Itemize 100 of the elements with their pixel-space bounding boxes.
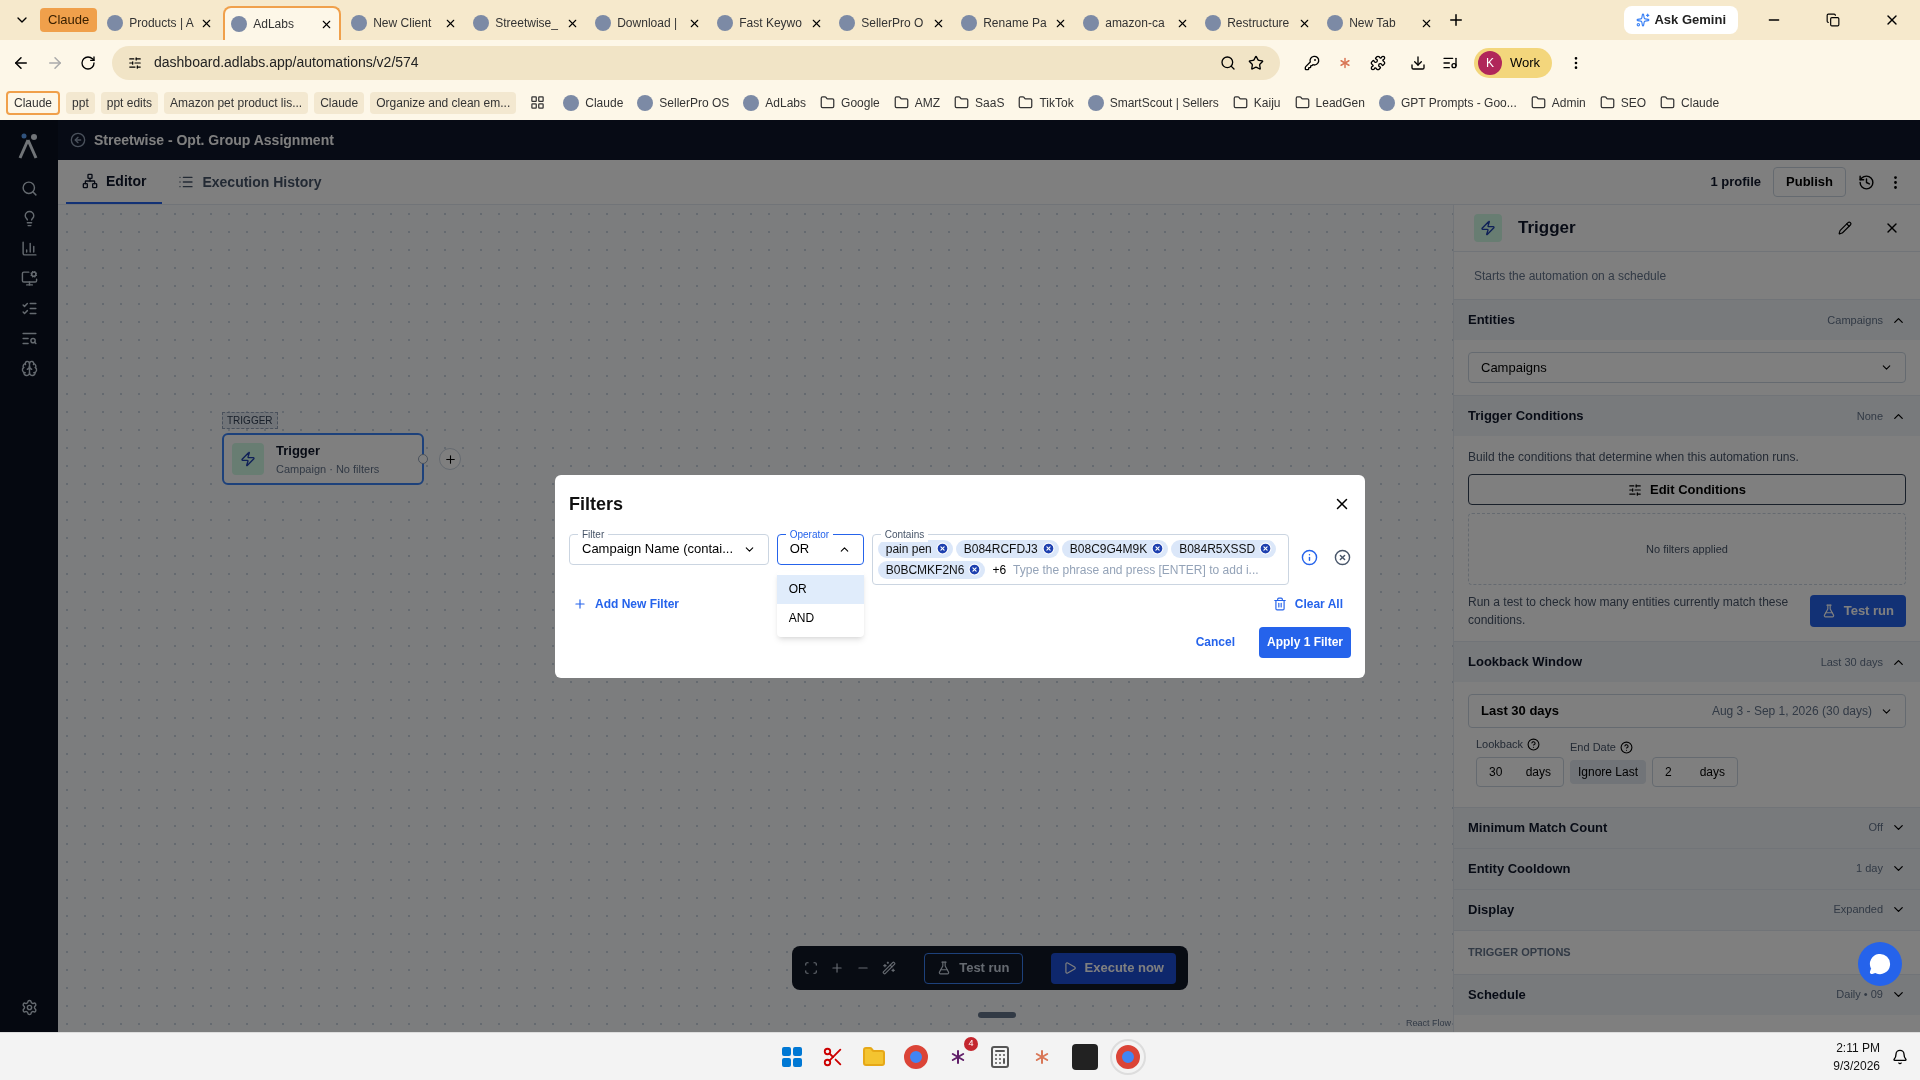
address-bar[interactable]: dashboard.adlabs.app/automations/v2/574 bbox=[112, 45, 1280, 80]
lookback-input[interactable]: 30 days bbox=[1476, 756, 1564, 787]
key-icon[interactable] bbox=[1304, 54, 1320, 71]
favicon-icon bbox=[351, 15, 368, 31]
reload-icon[interactable] bbox=[80, 54, 96, 71]
node-subtitle: Campaign · No filters bbox=[276, 461, 380, 477]
app-icon[interactable] bbox=[1072, 1043, 1098, 1070]
remove-filter-icon[interactable] bbox=[1334, 548, 1351, 566]
start-icon[interactable] bbox=[780, 1044, 804, 1069]
section-header[interactable]: Schedule Daily • 09 bbox=[1454, 973, 1920, 1015]
remove-icon[interactable] bbox=[968, 563, 982, 576]
help-icon[interactable] bbox=[1619, 740, 1633, 754]
bookmark-chip[interactable]: ppt bbox=[66, 91, 95, 114]
bookmark-folder[interactable]: Admin bbox=[1551, 93, 1586, 112]
calculator-icon[interactable] bbox=[988, 1044, 1012, 1069]
bookmark-folder[interactable]: SaaS bbox=[975, 93, 1005, 112]
phrase-input[interactable]: Type the phrase and press [ENTER] to add i... bbox=[1013, 560, 1284, 579]
section-header[interactable]: Trigger Conditions None bbox=[1454, 395, 1920, 436]
list-search-icon[interactable] bbox=[20, 330, 38, 347]
ask-gemini-button[interactable]: Ask Gemini bbox=[1624, 6, 1738, 34]
remove-icon[interactable] bbox=[1259, 542, 1273, 555]
bookmark-link[interactable]: AdLabs bbox=[765, 93, 807, 112]
bookmark-folder[interactable]: SEO bbox=[1620, 93, 1647, 112]
bookmark-link[interactable]: SellerPro OS bbox=[659, 93, 730, 112]
profile-button[interactable]: K Work bbox=[1474, 47, 1553, 78]
browser-tab[interactable]: Restructure bbox=[1199, 6, 1318, 40]
add-filter-button[interactable]: Add New Filter bbox=[573, 594, 679, 613]
apply-button[interactable]: Apply 1 Filter bbox=[1259, 626, 1351, 658]
download-icon[interactable] bbox=[1410, 54, 1426, 71]
bookmark-folder[interactable]: TikTok bbox=[1039, 93, 1074, 112]
bookmark-chip[interactable]: Organize and clean em... bbox=[370, 91, 517, 114]
bookmark-chip[interactable]: ppt edits bbox=[100, 91, 159, 114]
fit-view-icon[interactable] bbox=[804, 960, 819, 976]
cancel-button[interactable]: Cancel bbox=[1187, 633, 1243, 651]
bookmark-folder[interactable]: LeadGen bbox=[1315, 93, 1365, 112]
notifications-icon[interactable] bbox=[1892, 1048, 1908, 1065]
range-select[interactable]: Last 30 days Aug 3 - Sep 1, 2026 (30 days) bbox=[1468, 694, 1906, 728]
browser-tab[interactable]: amazon-ca bbox=[1077, 6, 1196, 40]
info-icon[interactable] bbox=[1301, 548, 1319, 566]
bookmark-folder[interactable]: Kaiju bbox=[1253, 93, 1281, 112]
chip-label: B08C9G4M9K bbox=[1069, 540, 1148, 558]
monitor-icon[interactable] bbox=[20, 270, 38, 287]
browser-tab[interactable]: AdLabs bbox=[223, 6, 342, 40]
entity-select[interactable]: Campaigns bbox=[1468, 352, 1906, 383]
brain-icon[interactable] bbox=[20, 360, 38, 377]
tab-group-label[interactable]: Claude bbox=[40, 8, 98, 32]
bookmark-folder[interactable]: AMZ bbox=[914, 93, 941, 112]
section-header[interactable]: Entity Cooldown 1 day bbox=[1454, 847, 1920, 889]
history-icon[interactable] bbox=[1858, 173, 1875, 191]
bookmark-group[interactable]: Claude bbox=[6, 90, 61, 115]
extensions-icon[interactable] bbox=[1370, 54, 1386, 71]
bookmark-link[interactable]: GPT Prompts - Goo... bbox=[1400, 93, 1517, 112]
settings-icon[interactable] bbox=[20, 999, 38, 1016]
help-icon[interactable] bbox=[1527, 737, 1541, 751]
remove-icon[interactable] bbox=[1151, 542, 1165, 555]
publish-button[interactable]: Publish bbox=[1773, 167, 1846, 197]
chip-label: B0BCMKF2N6 bbox=[885, 561, 965, 579]
edit-icon[interactable] bbox=[1838, 221, 1852, 235]
chip-label: B084R5XSSD bbox=[1179, 540, 1256, 558]
remove-icon[interactable] bbox=[1041, 542, 1055, 555]
bookmark-chip[interactable]: Amazon pet product lis... bbox=[164, 91, 309, 114]
bookmark-folder[interactable]: Claude bbox=[1681, 93, 1720, 112]
site-settings-icon[interactable] bbox=[128, 55, 142, 70]
browser-tab[interactable]: New Tab bbox=[1321, 6, 1440, 40]
bookmark-link[interactable]: SmartScout | Sellers bbox=[1109, 93, 1219, 112]
section-header[interactable]: Lookback Window Last 30 days bbox=[1454, 641, 1920, 682]
edit-conditions-button[interactable]: Edit Conditions bbox=[1468, 474, 1906, 505]
browser-tab[interactable]: New Client bbox=[345, 6, 464, 40]
restore-icon[interactable] bbox=[1826, 13, 1840, 27]
browser-tab[interactable]: Fast Keywo bbox=[711, 6, 830, 40]
browser-tab[interactable]: Products | A bbox=[101, 6, 220, 40]
view-tab[interactable]: Execution History bbox=[162, 160, 338, 204]
snipping-icon[interactable] bbox=[822, 1045, 844, 1068]
clear-all-button[interactable]: Clear All bbox=[1272, 594, 1343, 613]
end-date-input[interactable]: 2 days bbox=[1652, 756, 1739, 787]
operator-option[interactable]: AND bbox=[776, 603, 864, 633]
bookmark-link[interactable]: Claude bbox=[585, 93, 624, 112]
operator-option[interactable]: OR bbox=[776, 574, 864, 604]
browser-tab[interactable]: Rename Pa bbox=[955, 6, 1074, 40]
browser-tab[interactable]: SellerPro O bbox=[833, 6, 952, 40]
browser-icon[interactable] bbox=[904, 1044, 928, 1069]
remove-icon[interactable] bbox=[935, 542, 949, 555]
browser-tab[interactable]: Download | bbox=[589, 6, 708, 40]
drag-handle[interactable] bbox=[978, 1012, 1016, 1018]
test-run-button[interactable]: Test run bbox=[924, 952, 1023, 984]
chart-icon[interactable] bbox=[20, 240, 38, 257]
checklist-icon[interactable] bbox=[20, 300, 38, 317]
bookmark-folder[interactable]: Google bbox=[841, 93, 880, 112]
search-icon[interactable] bbox=[1220, 54, 1236, 71]
bookmark-chip[interactable]: Claude bbox=[314, 91, 365, 114]
section-header[interactable]: Minimum Match Count Off bbox=[1454, 806, 1920, 848]
star-icon[interactable] bbox=[1248, 54, 1264, 71]
apps-icon[interactable] bbox=[530, 95, 546, 110]
section-header[interactable]: Entities Campaigns bbox=[1454, 299, 1920, 340]
magic-wand-icon[interactable] bbox=[882, 960, 897, 976]
node-handle[interactable] bbox=[418, 454, 428, 464]
add-node-button[interactable] bbox=[439, 448, 461, 470]
browser-tab[interactable]: Streetwise_ bbox=[467, 6, 586, 40]
section-header[interactable]: Display Expanded bbox=[1454, 888, 1920, 930]
automation-title: Streetwise - Opt. Group Assignment bbox=[94, 130, 334, 150]
